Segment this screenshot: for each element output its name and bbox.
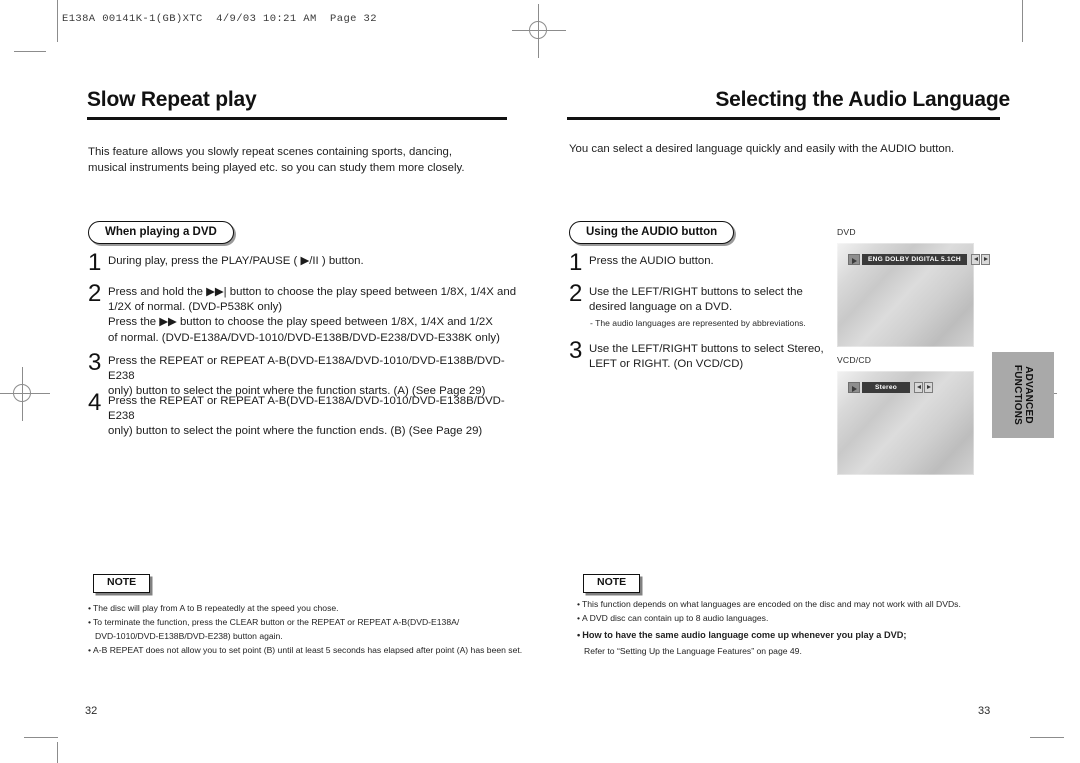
left-note-list: • The disc will play from A to B repeated… xyxy=(88,602,528,659)
screen-label-vcdcd: VCD/CD xyxy=(837,355,872,365)
left-page: Slow Repeat play This feature allows you… xyxy=(60,0,522,763)
right-step-1-number: 1 xyxy=(569,249,583,276)
arrow-left-icon xyxy=(970,254,980,265)
left-page-intro: This feature allows you slowly repeat sc… xyxy=(88,145,508,176)
left-note-item-3-text: A-B REPEAT does not allow you to set poi… xyxy=(93,645,523,656)
bullet-icon: • xyxy=(88,603,92,613)
bullet-icon: • xyxy=(577,613,581,624)
arrow-right-icon xyxy=(980,254,990,265)
right-step-3-number: 3 xyxy=(569,337,583,364)
thumb-tab-advanced-functions: ADVANCED FUNCTIONS xyxy=(992,352,1054,438)
left-step-2-line-3: Press the ▶▶ button to choose the play s… xyxy=(108,316,493,329)
right-step-3-line-2: LEFT or RIGHT. (On VCD/CD) xyxy=(589,358,744,371)
right-step-2-number: 2 xyxy=(569,280,583,307)
left-step-2: 2 Press and hold the ▶▶| button to choos… xyxy=(88,280,518,346)
right-note-item-1-text: This function depends on what languages … xyxy=(582,599,961,609)
left-step-4-line-1: Press the REPEAT or REPEAT A-B(DVD-E138A… xyxy=(108,395,505,423)
left-step-4-number: 4 xyxy=(88,389,102,416)
right-step-2-line-2: desired language on a DVD. xyxy=(589,301,733,314)
right-page-title: Selecting the Audio Language xyxy=(715,88,1010,111)
bullet-icon: • xyxy=(88,617,92,628)
bullet-icon: • xyxy=(577,599,581,609)
osd-arrows-vcdcd xyxy=(913,382,934,393)
right-step-3-line-1: Use the LEFT/RIGHT buttons to select Ste… xyxy=(589,343,824,355)
right-page: Selecting the Audio Language You can sel… xyxy=(560,0,1010,763)
registration-mark-left-center xyxy=(0,367,50,421)
right-note-label: NOTE xyxy=(583,574,641,593)
right-note-item-3-text: How to have the same audio language come… xyxy=(582,629,907,640)
left-intro-line-2: musical instruments being played etc. so… xyxy=(88,161,465,174)
audio-icon xyxy=(848,382,860,393)
left-step-2-line-2: 1/2X of normal. (DVD-P538K only) xyxy=(108,301,283,314)
left-note-item-2-text: To terminate the function, press the CLE… xyxy=(93,617,460,628)
pill-when-playing-a-dvd: When playing a DVD xyxy=(88,221,234,244)
left-step-2-line-4: of normal. (DVD-E138A/DVD-1010/DVD-E138B… xyxy=(108,331,500,344)
left-note-item-3: • A-B REPEAT does not allow you to set po… xyxy=(88,644,528,657)
right-note-item-2: • A DVD disc can contain up to 8 audio la… xyxy=(577,612,1007,625)
thumb-tab-text: ADVANCED FUNCTIONS xyxy=(992,352,1054,438)
right-step-1-body: Press the AUDIO button. xyxy=(589,252,714,269)
left-page-title: Slow Repeat play xyxy=(87,88,257,111)
right-note-item-3: • How to have the same audio language com… xyxy=(577,629,1007,659)
left-step-3-number: 3 xyxy=(88,349,102,376)
left-note-label: NOTE xyxy=(93,574,151,593)
left-note-item-1: • The disc will play from A to B repeated… xyxy=(88,602,528,615)
bullet-icon: • xyxy=(577,629,581,640)
left-step-4: 4 Press the REPEAT or REPEAT A-B(DVD-E13… xyxy=(88,389,520,440)
left-step-4-body: Press the REPEAT or REPEAT A-B(DVD-E138A… xyxy=(108,392,520,440)
right-note-list: • This function depends on what languages… xyxy=(577,598,1007,660)
right-step-3-body: Use the LEFT/RIGHT buttons to select Ste… xyxy=(589,340,824,372)
left-step-1-number: 1 xyxy=(88,249,102,276)
left-page-folio: 32 xyxy=(85,705,98,717)
crop-mark-top-left-vertical xyxy=(57,0,58,42)
registration-mark-top-center xyxy=(512,4,566,58)
right-note-item-1: • This function depends on what languages… xyxy=(577,598,1007,611)
right-step-1-line-1: Press the AUDIO button. xyxy=(589,255,714,267)
crop-mark-bottom-left-horizontal xyxy=(24,737,58,738)
thumb-tab-line-2: FUNCTIONS xyxy=(1012,364,1023,426)
right-note-item-2-text: A DVD disc can contain up to 8 audio lan… xyxy=(582,613,769,624)
right-step-3: 3 Use the LEFT/RIGHT buttons to select S… xyxy=(569,337,859,372)
left-note-item-2-cont: DVD-1010/DVD-E138B/DVD-E238) button agai… xyxy=(95,630,283,641)
crop-mark-bottom-left-vertical xyxy=(57,742,58,763)
bullet-icon: • xyxy=(88,645,92,656)
screen-preview-dvd: ENG DOLBY DIGITAL 5.1CH xyxy=(837,243,990,347)
arrow-right-icon xyxy=(924,382,934,393)
osd-text-dvd: ENG DOLBY DIGITAL 5.1CH xyxy=(862,254,967,265)
left-step-3-line-1: Press the REPEAT or REPEAT A-B(DVD-E138A… xyxy=(108,355,505,383)
right-step-2: 2 Use the LEFT/RIGHT buttons to select t… xyxy=(569,280,849,315)
screen-label-dvd: DVD xyxy=(837,227,856,237)
thumb-tab-line-1: ADVANCED xyxy=(1023,366,1034,424)
crop-mark-bottom-right-horizontal xyxy=(1030,737,1064,738)
osd-bar-dvd: ENG DOLBY DIGITAL 5.1CH xyxy=(848,254,990,265)
osd-arrows-dvd xyxy=(970,254,990,265)
left-note-item-2: • To terminate the function, press the CL… xyxy=(88,616,528,643)
right-page-title-rule xyxy=(567,117,1000,120)
left-step-1-line-1: During play, press the PLAY/PAUSE ( ▶/II… xyxy=(108,255,364,267)
left-page-title-rule xyxy=(87,117,507,120)
left-step-2-number: 2 xyxy=(88,280,102,307)
right-step-2-body: Use the LEFT/RIGHT buttons to select the… xyxy=(589,283,803,315)
left-step-1: 1 During play, press the PLAY/PAUSE ( ▶/… xyxy=(88,249,508,276)
right-page-intro: You can select a desired language quickl… xyxy=(569,143,955,155)
audio-icon xyxy=(848,254,860,265)
right-step-2-subnote: - The audio languages are represented by… xyxy=(590,318,806,328)
pill-using-the-audio-button: Using the AUDIO button xyxy=(569,221,735,244)
left-intro-line-1: This feature allows you slowly repeat sc… xyxy=(88,146,453,158)
left-step-1-body: During play, press the PLAY/PAUSE ( ▶/II… xyxy=(108,252,364,269)
arrow-left-icon xyxy=(914,382,924,393)
right-step-2-line-1: Use the LEFT/RIGHT buttons to select the xyxy=(589,286,803,298)
crop-mark-top-right-vertical xyxy=(1022,0,1023,42)
screen-preview-vcdcd: Stereo xyxy=(837,371,974,475)
right-note-item-3-cont: Refer to “Setting Up the Language Featur… xyxy=(584,646,802,657)
right-page-folio: 33 xyxy=(978,705,991,717)
left-step-4-line-2: only) button to select the point where t… xyxy=(108,425,483,438)
osd-text-vcdcd: Stereo xyxy=(862,382,911,393)
osd-bar-vcdcd: Stereo xyxy=(848,382,934,393)
left-step-2-body: Press and hold the ▶▶| button to choose … xyxy=(108,283,516,346)
crop-mark-top-left-horizontal xyxy=(14,51,46,52)
right-step-1: 1 Press the AUDIO button. xyxy=(569,249,849,276)
left-note-item-1-text: The disc will play from A to B repeatedl… xyxy=(93,603,339,613)
left-step-2-line-1: Press and hold the ▶▶| button to choose … xyxy=(108,286,517,298)
